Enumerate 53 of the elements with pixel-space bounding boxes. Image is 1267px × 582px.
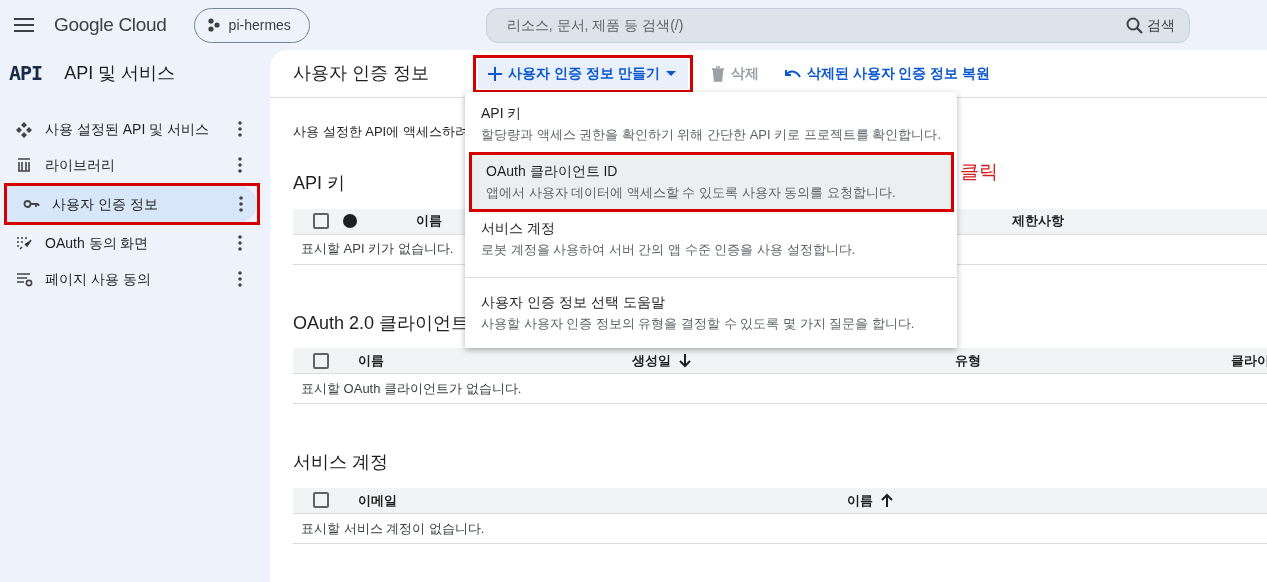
empty-message: 표시할 서비스 계정이 없습니다. (301, 519, 485, 538)
column-header[interactable]: 이메일 (358, 490, 397, 511)
menu-item[interactable]: 사용자 인증 정보 선택 도움말 사용할 사용자 인증 정보의 유형을 결정할 수 있도록 몇 가지 질문을 합니다. (467, 285, 956, 340)
checkbox[interactable] (313, 352, 329, 369)
page-title: 사용자 인증 정보 (293, 62, 429, 85)
more-icon[interactable] (238, 121, 242, 137)
more-icon[interactable] (238, 271, 242, 287)
more-icon[interactable] (238, 157, 242, 173)
sidebar-item[interactable]: 라이브러리 (0, 147, 256, 183)
empty-message: 표시할 OAuth 클라이언트가 없습니다. (301, 379, 522, 398)
column-header[interactable]: 이름 (358, 350, 384, 371)
status-dot-icon (343, 214, 357, 229)
sidebar-item[interactable]: 페이지 사용 동의 (0, 261, 256, 297)
search-icon (1125, 16, 1143, 34)
api-logo: API (9, 60, 43, 87)
column-header[interactable]: 생성일 (632, 350, 671, 371)
menu-item[interactable]: 서비스 계정 로봇 계정을 사용하여 서버 간의 앱 수준 인증을 사용 설정합니다. (467, 212, 956, 267)
caret-icon (665, 70, 676, 77)
column-header[interactable]: 제한사항 (1012, 211, 1064, 231)
sort-up-icon[interactable] (881, 493, 893, 508)
section-heading: API 키 (293, 173, 345, 195)
search-button[interactable]: 검색 (1117, 14, 1183, 36)
more-icon[interactable] (239, 196, 243, 212)
create-button[interactable]: 사용자 인증 정보 만들기 (478, 58, 688, 89)
section-title: API 및 서비스 (64, 61, 176, 85)
restore-button[interactable]: 삭제된 사용자 인증 정보 복원 (774, 63, 1001, 84)
sidebar-item[interactable]: 사용 설정된 API 및 서비스 (0, 111, 256, 147)
more-icon[interactable] (238, 235, 242, 251)
column-header[interactable]: 유형 (955, 350, 981, 371)
settings-list-icon (16, 270, 33, 288)
api-icon (16, 120, 33, 138)
menu-item[interactable]: API 키 할당량과 액세스 권한을 확인하기 위해 간단한 API 키로 프로젝트를 확인합니다. (467, 97, 956, 152)
section-heading: 서비스 계정 (293, 452, 388, 474)
logo-text[interactable]: Google Cloud (54, 10, 167, 40)
checkbox[interactable] (313, 492, 329, 509)
sort-down-icon[interactable] (679, 353, 691, 368)
trash-icon (710, 65, 725, 82)
empty-message: 표시할 API 키가 없습니다. (301, 240, 454, 259)
menu-icon[interactable] (14, 18, 34, 32)
menu-item[interactable]: OAuth 클라이언트 ID 앱에서 사용자 데이터에 액세스할 수 있도록 사용자 동의를 요청합니다. (472, 154, 952, 209)
undo-icon (784, 67, 801, 80)
search-field[interactable]: 리소스, 문서, 제품 등 검색(/) 검색 (485, 7, 1190, 43)
column-header[interactable]: 이름 (416, 211, 442, 231)
section-heading: OAuth 2.0 클라이언트 (293, 312, 470, 335)
annotation-text: 클릭 (960, 160, 998, 184)
library-icon (16, 156, 33, 174)
sidebar-item[interactable]: OAuth 동의 화면 (0, 225, 256, 261)
plus-icon (488, 66, 502, 81)
dotted-check-icon (16, 234, 33, 252)
column-header[interactable]: 이름 (847, 490, 873, 511)
project-icon (206, 18, 221, 32)
sidebar-item[interactable]: 사용자 인증 정보 (7, 186, 257, 222)
checkbox[interactable] (313, 213, 329, 230)
